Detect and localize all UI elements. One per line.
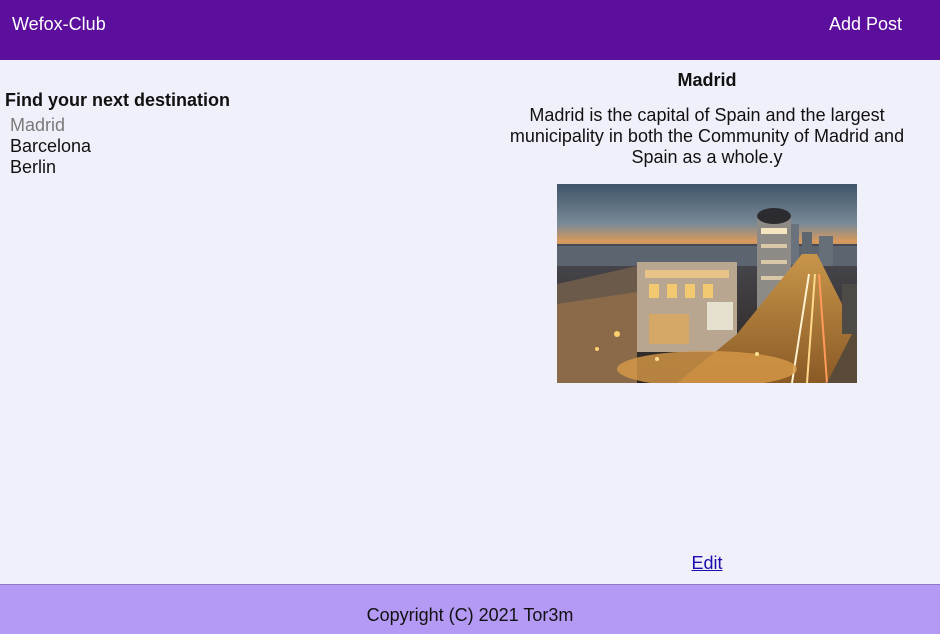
footer: Copyright (C) 2021 Tor3m: [0, 584, 940, 634]
destination-description: Madrid is the capital of Spain and the l…: [509, 105, 905, 167]
destination-item-berlin[interactable]: Berlin: [10, 157, 465, 178]
destination-item-barcelona[interactable]: Barcelona: [10, 136, 465, 157]
destination-title: Madrid: [677, 70, 737, 90]
edit-link-container: Edit: [477, 552, 937, 574]
top-navbar: Wefox-Club Add Post: [0, 0, 940, 60]
destination-sidebar: Find your next destination Madrid Barcel…: [5, 89, 465, 178]
brand-link[interactable]: Wefox-Club: [12, 13, 106, 35]
add-post-link[interactable]: Add Post: [829, 13, 902, 35]
destination-list: Madrid Barcelona Berlin: [5, 115, 465, 178]
sidebar-title: Find your next destination: [5, 90, 231, 110]
edit-link[interactable]: Edit: [691, 553, 722, 573]
destination-photo: [557, 184, 857, 383]
destination-item-madrid[interactable]: Madrid: [10, 115, 465, 136]
destination-detail: Madrid Madrid is the capital of Spain an…: [477, 68, 937, 383]
copyright-text: Copyright (C) 2021 Tor3m: [366, 605, 574, 625]
